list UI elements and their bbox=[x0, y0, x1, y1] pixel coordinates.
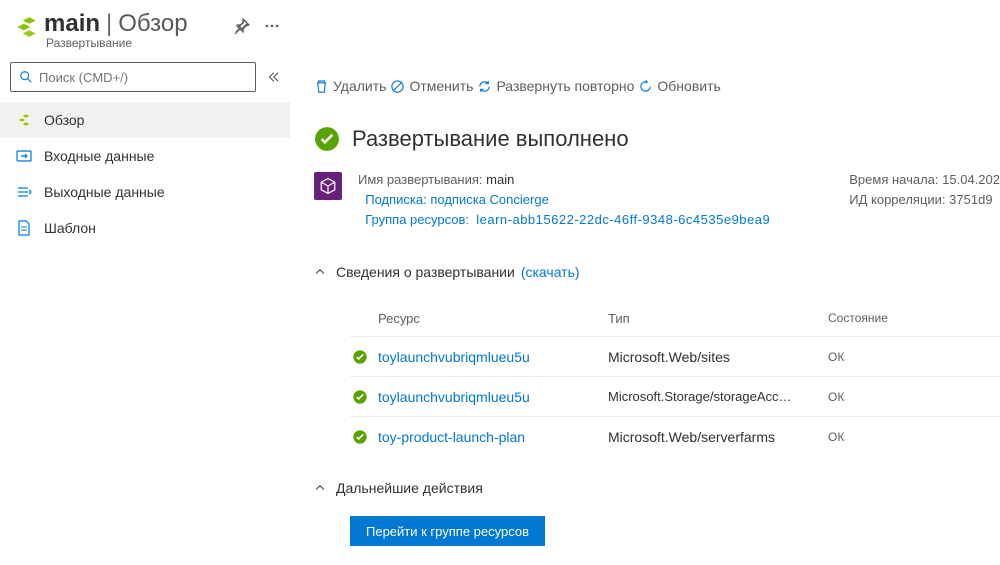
cubes-icon bbox=[16, 112, 32, 128]
search-input[interactable] bbox=[39, 70, 247, 85]
download-link[interactable]: (скачать) bbox=[521, 264, 580, 280]
search-input-wrapper[interactable] bbox=[10, 62, 256, 92]
col-resource-header: Ресурс bbox=[350, 311, 608, 326]
deployment-name: main bbox=[44, 10, 100, 38]
table-header: Ресурс Тип Состояние bbox=[350, 300, 1000, 336]
cancel-button[interactable]: Отменить bbox=[390, 78, 473, 94]
resource-link[interactable]: toylaunchvubriqmlueu5u bbox=[378, 349, 608, 365]
resource-group-label: Группа ресурсов: bbox=[365, 210, 469, 230]
status-title: Развертывание выполнено bbox=[352, 126, 629, 152]
success-icon bbox=[350, 429, 378, 445]
summary: Имя развертывания: main Подписка: подпис… bbox=[314, 170, 1000, 230]
sidebar-item-template[interactable]: Шаблон bbox=[0, 210, 290, 246]
col-state-header: Состояние bbox=[828, 311, 948, 325]
resource-type: Microsoft.Web/sites bbox=[608, 349, 828, 365]
sidebar-item-label: Выходные данные bbox=[44, 184, 165, 200]
toolbar: Удалить Отменить Развернуть повторно Обн… bbox=[314, 68, 1000, 104]
next-steps-header[interactable]: Дальнейшие действия bbox=[314, 470, 1000, 506]
trash-icon bbox=[314, 79, 329, 94]
pin-icon[interactable] bbox=[234, 18, 250, 34]
go-to-resource-group-button[interactable]: Перейти к группе ресурсов bbox=[350, 516, 545, 546]
template-icon bbox=[16, 220, 32, 236]
deployment-name-value: main bbox=[486, 170, 514, 190]
cancel-icon bbox=[390, 79, 405, 94]
resource-type: Microsoft.Web/serverfarms bbox=[608, 429, 828, 445]
refresh-icon bbox=[638, 79, 653, 94]
sidebar-item-label: Входные данные bbox=[44, 148, 154, 164]
delete-button[interactable]: Удалить bbox=[314, 78, 386, 94]
package-icon bbox=[314, 172, 342, 200]
more-icon[interactable] bbox=[264, 18, 280, 34]
table-row: toy-product-launch-plan Microsoft.Web/se… bbox=[350, 416, 1000, 456]
next-steps-title: Дальнейшие действия bbox=[336, 480, 483, 496]
resource-state: ОК bbox=[828, 430, 948, 444]
content: Удалить Отменить Развернуть повторно Обн… bbox=[290, 54, 1000, 561]
resource-link[interactable]: toy-product-launch-plan bbox=[378, 429, 608, 445]
col-type-header: Тип bbox=[608, 311, 828, 326]
sidebar-item-label: Шаблон bbox=[44, 220, 96, 236]
details-header[interactable]: Сведения о развертывании (скачать) bbox=[314, 254, 1000, 290]
table-row: toylaunchvubriqmlueu5u Microsoft.Storage… bbox=[350, 376, 1000, 416]
resource-type: Microsoft.Storage/storageAcc… bbox=[608, 389, 828, 404]
resource-state: ОК bbox=[828, 350, 948, 364]
resource-type-label: Развертывание bbox=[46, 36, 188, 50]
sidebar-item-label: Обзор bbox=[44, 112, 84, 128]
start-time-label: Время начала: bbox=[849, 170, 938, 190]
title-separator: | bbox=[106, 10, 112, 38]
sidebar-item-inputs[interactable]: Входные данные bbox=[0, 138, 290, 174]
redeploy-button[interactable]: Развернуть повторно bbox=[477, 78, 634, 94]
chevron-up-icon bbox=[314, 266, 326, 278]
table-row: toylaunchvubriqmlueu5u Microsoft.Web/sit… bbox=[350, 336, 1000, 376]
page-title: Обзор bbox=[118, 10, 187, 38]
collapse-sidebar-icon[interactable] bbox=[266, 70, 280, 84]
status-row: Развертывание выполнено bbox=[314, 126, 1000, 152]
correlation-id-value: 3751d9 bbox=[949, 190, 992, 210]
resource-link[interactable]: toylaunchvubriqmlueu5u bbox=[378, 389, 608, 405]
deployment-table: Ресурс Тип Состояние toylaunchvubriqmlue… bbox=[350, 300, 1000, 456]
sidebar-item-overview[interactable]: Обзор bbox=[0, 102, 290, 138]
redeploy-icon bbox=[477, 79, 492, 94]
deployment-icon bbox=[8, 10, 44, 40]
start-time-value: 15.04.202 bbox=[942, 170, 1000, 190]
header: main | Обзор Развертывание bbox=[0, 0, 1000, 54]
resource-group-link[interactable]: learn-abb15622-22dc-46ff-9348-6c4535e9be… bbox=[476, 210, 770, 230]
refresh-button[interactable]: Обновить bbox=[638, 78, 720, 94]
resource-state: ОК bbox=[828, 390, 948, 404]
correlation-id-label: ИД корреляции: bbox=[849, 190, 945, 210]
sidebar-item-outputs[interactable]: Выходные данные bbox=[0, 174, 290, 210]
success-icon bbox=[350, 389, 378, 405]
subscription-link[interactable]: подписка Concierge bbox=[430, 190, 548, 210]
details-title: Сведения о развертывании bbox=[336, 264, 515, 280]
success-icon bbox=[314, 126, 340, 152]
subscription-label: Подписка: bbox=[365, 190, 427, 210]
sidebar: Обзор Входные данные Выходные данные Шаб… bbox=[0, 54, 290, 561]
inputs-icon bbox=[16, 148, 32, 164]
search-icon bbox=[19, 70, 33, 84]
chevron-up-icon bbox=[314, 482, 326, 494]
outputs-icon bbox=[16, 184, 32, 200]
deployment-name-label: Имя развертывания: bbox=[358, 170, 483, 190]
success-icon bbox=[350, 349, 378, 365]
